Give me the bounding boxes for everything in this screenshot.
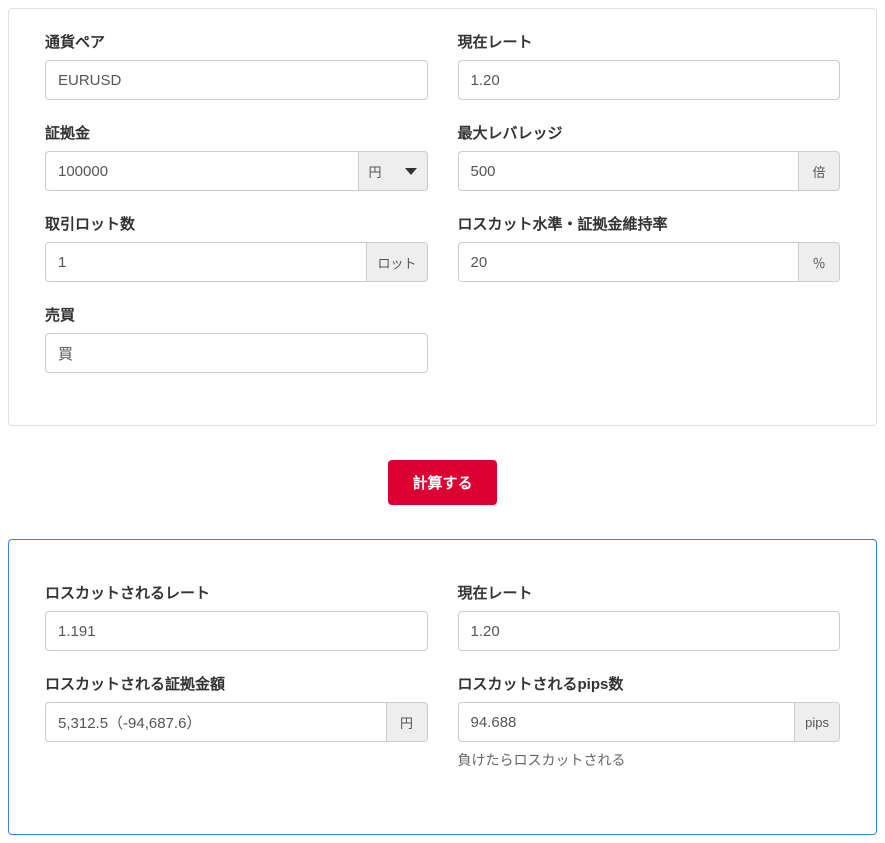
current-rate-group: 現在レート — [458, 31, 841, 100]
currency-pair-label: 通貨ペア — [45, 31, 428, 52]
loss-cut-margin-label: ロスカットされる証拠金額 — [45, 673, 428, 694]
loss-cut-level-group: ロスカット水準・証拠金維持率 ％ — [458, 213, 841, 282]
loss-cut-margin-output — [45, 702, 386, 742]
loss-cut-rate-output — [45, 611, 428, 651]
lots-group: 取引ロット数 ロット — [45, 213, 428, 282]
buy-sell-label: 売買 — [45, 304, 428, 325]
loss-cut-pips-output — [458, 702, 795, 742]
currency-pair-group: 通貨ペア — [45, 31, 428, 100]
chevron-down-icon — [405, 168, 417, 175]
result-card: ロスカットされるレート 現在レート ロスカットされる証拠金額 円 ロスカットされ — [8, 539, 877, 835]
loss-cut-pips-unit: pips — [794, 702, 840, 742]
loss-cut-rate-label: ロスカットされるレート — [45, 582, 428, 603]
lots-input[interactable] — [45, 242, 366, 282]
loss-cut-rate-group: ロスカットされるレート — [45, 582, 428, 651]
current-rate-label: 現在レート — [458, 31, 841, 52]
margin-unit-label: 円 — [369, 162, 382, 181]
input-card: 通貨ペア 現在レート 証拠金 円 — [8, 8, 877, 426]
loss-cut-level-input[interactable] — [458, 242, 799, 282]
max-leverage-unit: 倍 — [798, 151, 840, 191]
loss-cut-margin-unit: 円 — [386, 702, 428, 742]
calculate-button[interactable]: 計算する — [388, 460, 496, 505]
loss-cut-pips-label: ロスカットされるpips数 — [458, 673, 841, 694]
margin-input[interactable] — [45, 151, 358, 191]
calculate-button-wrap: 計算する — [8, 460, 877, 505]
result-current-rate-group: 現在レート — [458, 582, 841, 651]
loss-cut-pips-group: ロスカットされるpips数 pips 負けたらロスカットされる — [458, 673, 841, 770]
currency-pair-input[interactable] — [45, 60, 428, 100]
max-leverage-input[interactable] — [458, 151, 799, 191]
loss-cut-pips-helper: 負けたらロスカットされる — [458, 750, 841, 770]
max-leverage-label: 最大レバレッジ — [458, 122, 841, 143]
loss-cut-level-unit: ％ — [798, 242, 840, 282]
loss-cut-level-label: ロスカット水準・証拠金維持率 — [458, 213, 841, 234]
max-leverage-group: 最大レバレッジ 倍 — [458, 122, 841, 191]
lots-unit: ロット — [366, 242, 427, 282]
result-current-rate-output — [458, 611, 841, 651]
margin-unit-select[interactable]: 円 — [358, 151, 428, 191]
buy-sell-group: 売買 — [45, 304, 428, 373]
loss-cut-margin-group: ロスカットされる証拠金額 円 — [45, 673, 428, 742]
result-current-rate-label: 現在レート — [458, 582, 841, 603]
margin-group: 証拠金 円 — [45, 122, 428, 191]
margin-label: 証拠金 — [45, 122, 428, 143]
lots-label: 取引ロット数 — [45, 213, 428, 234]
current-rate-input[interactable] — [458, 60, 841, 100]
buy-sell-input[interactable] — [45, 333, 428, 373]
